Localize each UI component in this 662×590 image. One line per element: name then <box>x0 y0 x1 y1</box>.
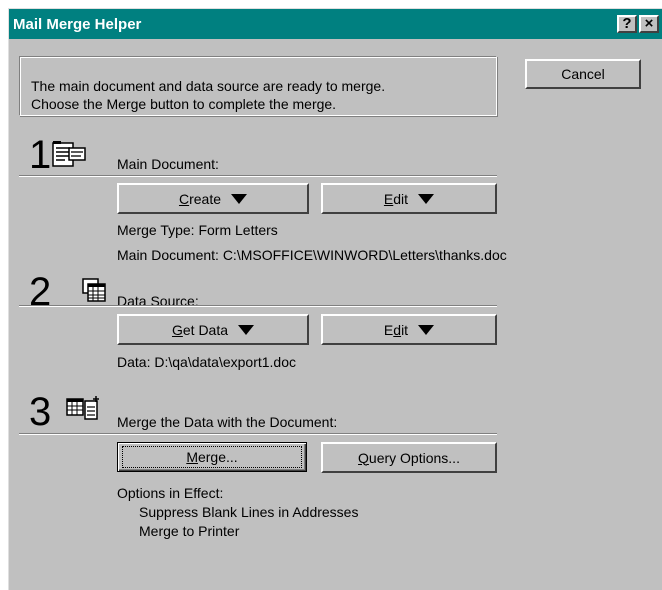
merge-button-label: erge... <box>197 449 238 465</box>
edit-data-access-key: d <box>393 321 402 338</box>
query-access-key: Q <box>358 449 369 466</box>
main-document-icon <box>52 141 86 167</box>
main-document-path-text: Main Document: C:\MSOFFICE\WINWORD\Lette… <box>117 247 507 263</box>
create-button[interactable]: Create <box>117 183 309 214</box>
get-data-button-label: et Data <box>182 321 229 338</box>
create-button-label: reate <box>189 190 222 207</box>
get-data-access-key: G <box>171 321 183 338</box>
step-3-heading: Merge the Data with the Document: <box>117 414 338 430</box>
step-3-separator <box>19 433 497 435</box>
step-1-number: 1 <box>29 133 52 177</box>
edit-data-prefix: E <box>383 321 394 338</box>
step-3-number: 3 <box>29 390 52 434</box>
status-message-line-1: The main document and data source are re… <box>31 78 386 94</box>
dropdown-arrow-icon <box>418 324 435 335</box>
step-1-separator <box>19 175 497 177</box>
help-button[interactable]: ? <box>617 15 637 33</box>
close-button[interactable]: × <box>639 15 659 33</box>
edit-data-source-button[interactable]: Edit <box>321 314 497 345</box>
status-message-box: The main document and data source are re… <box>19 56 497 116</box>
edit-access-key: E <box>383 190 394 207</box>
window-title: Mail Merge Helper <box>13 16 142 33</box>
data-source-path-text: Data: D:\qa\data\export1.doc <box>117 354 296 370</box>
cancel-button-label: Cancel <box>561 66 605 82</box>
dropdown-arrow-icon <box>231 193 248 204</box>
dropdown-arrow-icon <box>418 193 435 204</box>
mail-merge-helper-dialog: Mail Merge Helper ? × The main document … <box>8 8 662 590</box>
merge-access-key: M <box>186 449 198 465</box>
query-options-button-label: uery Options... <box>368 449 460 466</box>
status-message-line-2: Choose the Merge button to complete the … <box>31 96 337 112</box>
option-item: Suppress Blank Lines in Addresses <box>139 504 359 520</box>
title-bar[interactable]: Mail Merge Helper ? × <box>9 9 662 39</box>
query-options-button[interactable]: Query Options... <box>321 442 497 473</box>
step-1-heading: Main Document: <box>117 156 219 172</box>
edit-data-button-label: it <box>401 321 409 338</box>
merge-button[interactable]: Merge... <box>117 442 307 472</box>
step-2-separator <box>19 305 497 307</box>
get-data-button[interactable]: Get Data <box>117 314 309 345</box>
merge-data-icon <box>66 396 99 420</box>
data-source-icon <box>82 278 106 302</box>
merge-type-text: Merge Type: Form Letters <box>117 222 278 238</box>
create-access-key: C <box>178 190 190 207</box>
options-in-effect-title: Options in Effect: <box>117 485 224 501</box>
edit-button-label: dit <box>393 190 409 207</box>
cancel-button[interactable]: Cancel <box>525 59 641 89</box>
dropdown-arrow-icon <box>238 324 255 335</box>
option-item: Merge to Printer <box>139 523 240 539</box>
edit-main-document-button[interactable]: Edit <box>321 183 497 214</box>
